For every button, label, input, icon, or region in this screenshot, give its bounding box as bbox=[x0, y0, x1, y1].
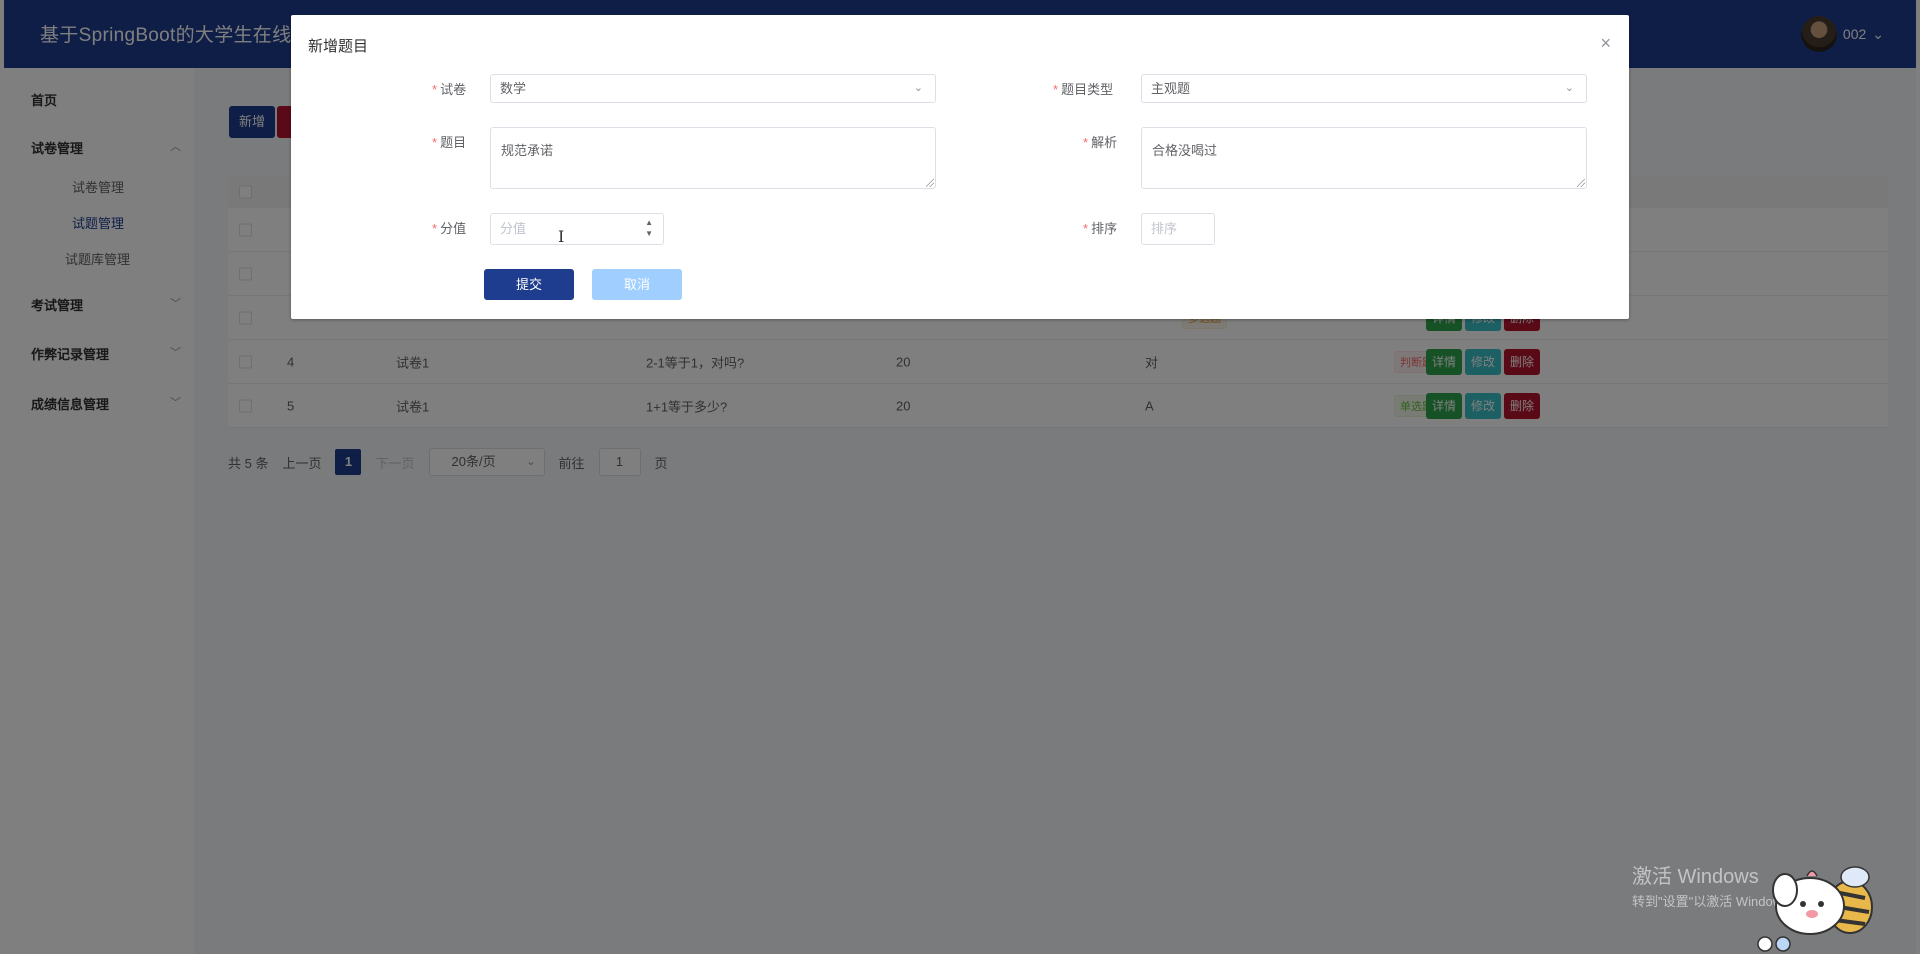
analysis-textarea[interactable]: 合格没喝过 bbox=[1141, 127, 1587, 189]
question-label: * 题目 bbox=[432, 135, 467, 150]
chevron-down-icon: ⌄ bbox=[913, 82, 923, 94]
type-label: * 题目类型 bbox=[1053, 82, 1114, 97]
increment-icon[interactable]: ▲ bbox=[645, 217, 653, 228]
mascot-sticker bbox=[1757, 866, 1873, 952]
resize-handle-icon[interactable] bbox=[926, 179, 934, 187]
cancel-button[interactable]: 取消 bbox=[592, 269, 682, 300]
number-stepper[interactable]: ▲ ▼ bbox=[645, 217, 653, 239]
resize-handle-icon[interactable] bbox=[1577, 179, 1585, 187]
paper-select[interactable]: 数学 ⌄ bbox=[490, 74, 936, 103]
close-icon[interactable]: × bbox=[1600, 33, 1611, 54]
dialog-title: 新增题目 bbox=[308, 38, 369, 55]
add-question-dialog: 新增题目 × * 试卷 数学 ⌄ * 题目类型 主观题 ⌄ * 题目 规范承诺 * 解析… bbox=[291, 15, 1629, 319]
order-input[interactable]: 排序 bbox=[1141, 213, 1215, 245]
text-cursor-icon: I bbox=[558, 227, 565, 246]
question-type-select[interactable]: 主观题 ⌄ bbox=[1141, 74, 1587, 103]
analysis-label: * 解析 bbox=[1083, 135, 1118, 150]
question-textarea[interactable]: 规范承诺 bbox=[490, 127, 936, 189]
score-label: * 分值 bbox=[432, 221, 467, 236]
score-input[interactable]: 分值 ▲ ▼ bbox=[490, 213, 664, 245]
chevron-down-icon: ⌄ bbox=[1564, 82, 1574, 94]
submit-button[interactable]: 提交 bbox=[484, 269, 574, 300]
order-label: * 排序 bbox=[1083, 221, 1118, 236]
paper-label: * 试卷 bbox=[432, 82, 467, 97]
decrement-icon[interactable]: ▼ bbox=[645, 228, 653, 239]
